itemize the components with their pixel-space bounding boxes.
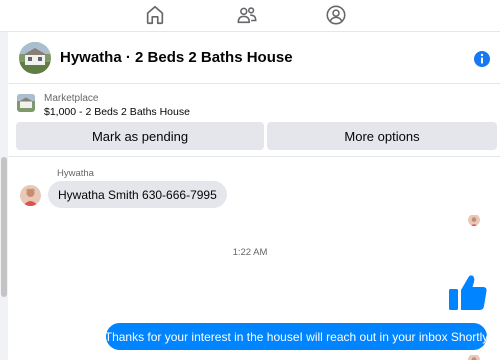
sender-avatar[interactable] [20, 185, 41, 206]
top-nav [0, 0, 500, 32]
incoming-message-bubble[interactable]: Hywatha Smith 630-666-7995 [48, 181, 227, 208]
right-scrollbar-track[interactable] [493, 157, 500, 360]
thumbs-up-icon[interactable] [448, 272, 488, 312]
profile-circle-icon[interactable] [325, 4, 347, 26]
more-options-button[interactable]: More options [267, 122, 497, 150]
left-scrollbar-thumb[interactable] [1, 157, 7, 297]
messenger-window: Hywatha · 2 Beds 2 Baths House Marketpla… [0, 0, 500, 360]
message-timestamp: 1:22 AM [232, 247, 268, 258]
listing-thumbnail[interactable] [17, 94, 35, 112]
mark-as-pending-button[interactable]: Mark as pending [16, 122, 264, 150]
home-icon[interactable] [144, 4, 166, 26]
seen-indicator-avatar [468, 214, 480, 226]
marketplace-listing-card: Marketplace $1,000 - 2 Beds 2 Baths Hous… [9, 85, 500, 157]
left-scrollbar-track[interactable] [0, 32, 8, 360]
outgoing-message-bubble[interactable]: Thanks for your interest in the houseI w… [105, 323, 488, 350]
people-icon[interactable] [236, 4, 258, 26]
conversation-header: Hywatha · 2 Beds 2 Baths House [9, 36, 500, 84]
conversation-title[interactable]: Hywatha · 2 Beds 2 Baths House [60, 49, 293, 66]
info-icon[interactable] [472, 49, 492, 69]
listing-title[interactable]: $1,000 - 2 Beds 2 Baths House [44, 106, 190, 118]
sender-name: Hywatha [57, 168, 94, 179]
listing-avatar[interactable] [19, 42, 51, 74]
marketplace-label: Marketplace [44, 93, 99, 104]
seen-indicator-avatar-bottom [468, 354, 480, 360]
